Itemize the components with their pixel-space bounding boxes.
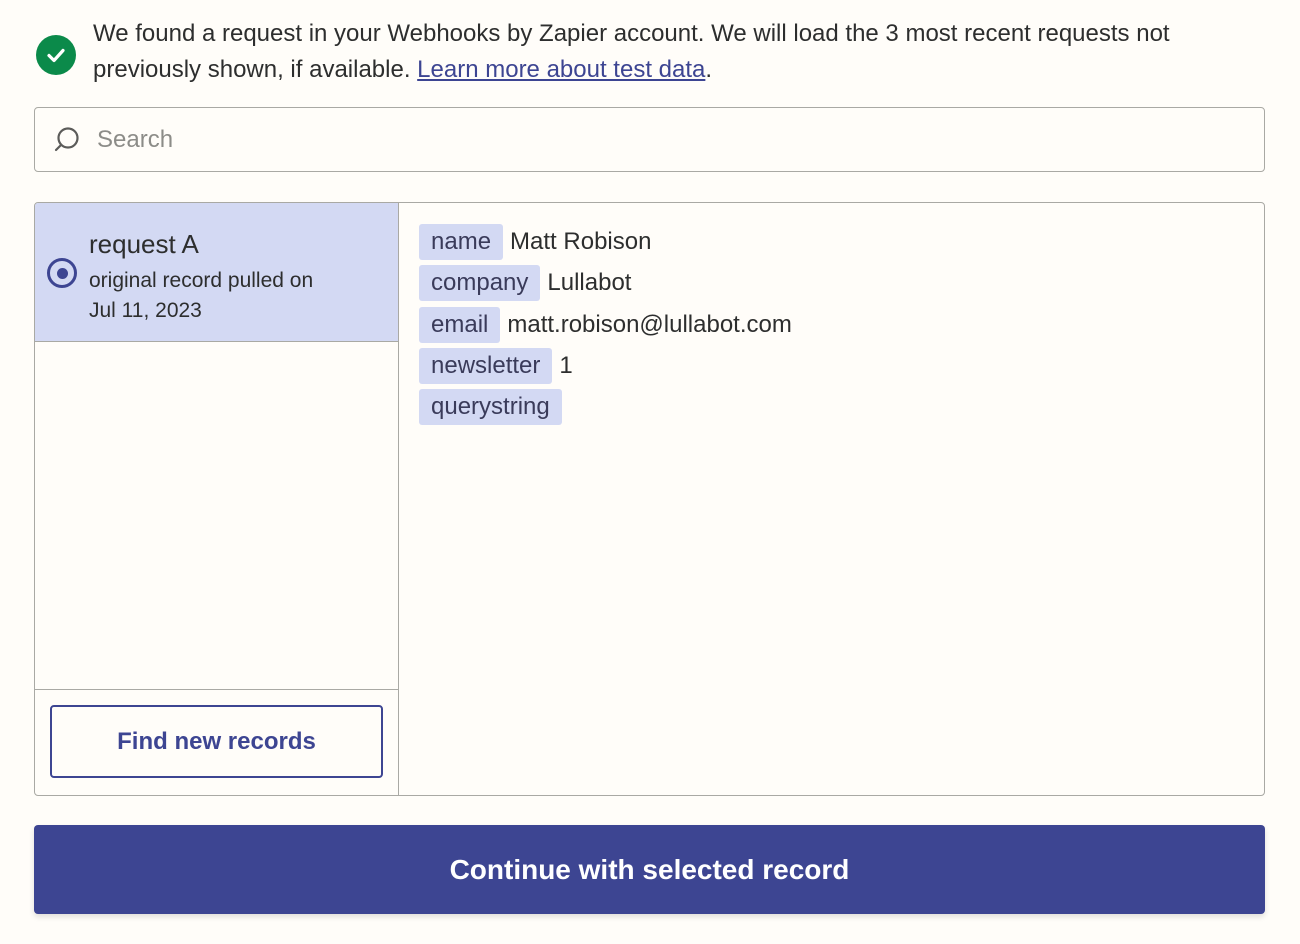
field-row: email matt.robison@lullabot.com — [419, 306, 1264, 343]
search-box[interactable] — [34, 107, 1265, 172]
field-row: querystring — [419, 389, 1264, 426]
record-item-request-a[interactable]: request A original record pulled on Jul … — [35, 203, 398, 342]
field-value: Matt Robison — [510, 228, 652, 255]
check-circle-icon — [36, 35, 76, 75]
record-date: Jul 11, 2023 — [89, 299, 202, 322]
find-new-records-button[interactable]: Find new records — [50, 705, 383, 778]
continue-button[interactable]: Continue with selected record — [34, 825, 1265, 914]
learn-more-link[interactable]: Learn more about test data — [417, 56, 705, 83]
field-key: email — [419, 306, 501, 343]
record-list-footer: Find new records — [35, 689, 398, 795]
notice-trailing: . — [705, 56, 713, 83]
record-subtitle-line1: original record pulled on — [89, 269, 314, 292]
record-text: request A original record pulled on Jul … — [89, 227, 379, 326]
notice-text: We found a request in your Webhooks by Z… — [93, 16, 1266, 88]
field-value: Lullabot — [547, 269, 632, 297]
record-title: request A — [89, 229, 199, 259]
field-key: newsletter — [419, 347, 553, 384]
field-key: name — [419, 224, 504, 260]
field-row: name Matt Robison — [419, 224, 1264, 260]
field-key: company — [419, 265, 541, 302]
field-value: matt.robison@lullabot.com — [507, 310, 792, 338]
records-panel: request A original record pulled on Jul … — [34, 202, 1265, 796]
field-key: querystring — [419, 389, 562, 426]
record-details: name Matt Robison company Lullabot email… — [399, 203, 1264, 795]
search-input[interactable] — [95, 119, 1195, 160]
radio-selected-icon[interactable] — [47, 258, 77, 288]
test-data-notice: We found a request in your Webhooks by Z… — [36, 16, 1266, 88]
field-row: company Lullabot — [419, 265, 1264, 302]
record-subtitle: original record pulled on Jul 11, 2023 — [89, 266, 379, 326]
search-icon — [51, 124, 83, 156]
record-list: request A original record pulled on Jul … — [35, 203, 399, 795]
field-value: 1 — [559, 351, 573, 379]
field-row: newsletter 1 — [419, 347, 1264, 384]
